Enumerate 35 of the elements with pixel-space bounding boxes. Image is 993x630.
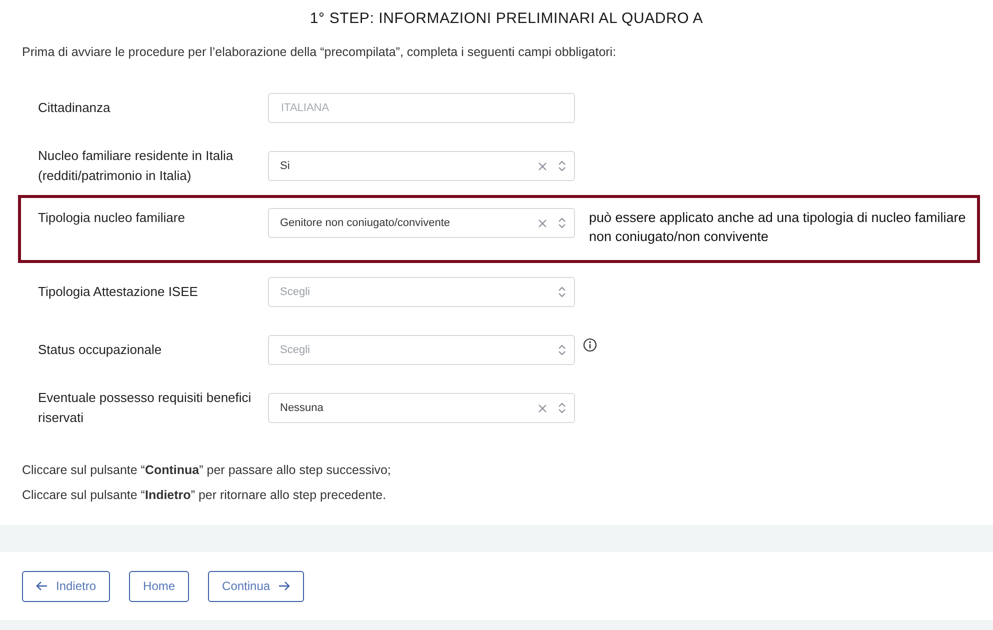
field-label: Tipologia Attestazione ISEE [38,283,199,301]
select-field[interactable]: Genitore non coniugato/convivente [268,208,575,238]
field-label: Tipologia nucleo familiare [38,209,186,227]
field-label: Cittadinanza [38,99,112,117]
page-title: 1° STEP: INFORMAZIONI PRELIMINARI AL QUADRO A [308,10,704,27]
instruction-text: Cliccare sul pulsante “Continua” per passare allo step successivo; [22,463,392,477]
up-down-chevron-icon [558,217,566,229]
note-text: può essere applicato anche ad una tipologia di nucleo familiare non coniugato/non convivente [589,209,967,246]
right-arrow-icon [278,581,290,591]
close-icon[interactable] [538,162,547,170]
close-icon[interactable] [538,218,547,228]
info-icon[interactable] [583,338,597,352]
instruction-text: Cliccare sul pulsante “Indietro” per ritornare allo step precedente. [22,488,388,502]
nav-button[interactable]: Indietro [22,570,110,602]
select-field[interactable]: Nessuna [268,393,575,423]
field-label: Status occupazionale [38,341,163,359]
select-value: Nessuna [280,402,324,414]
up-down-chevron-icon [558,344,566,356]
intro-text: Prima di avviare le procedure per l’elaborazione della “precompilata”, completa i seguenti campi obbligatori: [22,45,618,59]
select-placeholder: Scegli [280,286,311,298]
up-down-chevron-icon [558,286,566,298]
close-icon[interactable] [538,404,547,412]
nav-button[interactable]: Home [129,570,190,602]
up-down-chevron-icon [558,402,566,414]
field-label: Eventuale possesso requisiti benefici riservati [38,389,252,427]
nav-button[interactable]: Continua [208,570,304,602]
select-field[interactable]: Scegli [268,277,575,307]
up-down-chevron-icon [558,160,566,172]
left-arrow-icon [36,581,48,591]
select-placeholder: Scegli [280,344,311,356]
select-value: Si [280,160,291,172]
field-label: Nucleo familiare residente in Italia (redditi/patrimonio in Italia) [38,147,234,185]
select-value: Genitore non coniugato/convivente [280,217,452,229]
select-field[interactable]: Scegli [268,335,575,365]
select-field[interactable]: Si [268,151,575,181]
